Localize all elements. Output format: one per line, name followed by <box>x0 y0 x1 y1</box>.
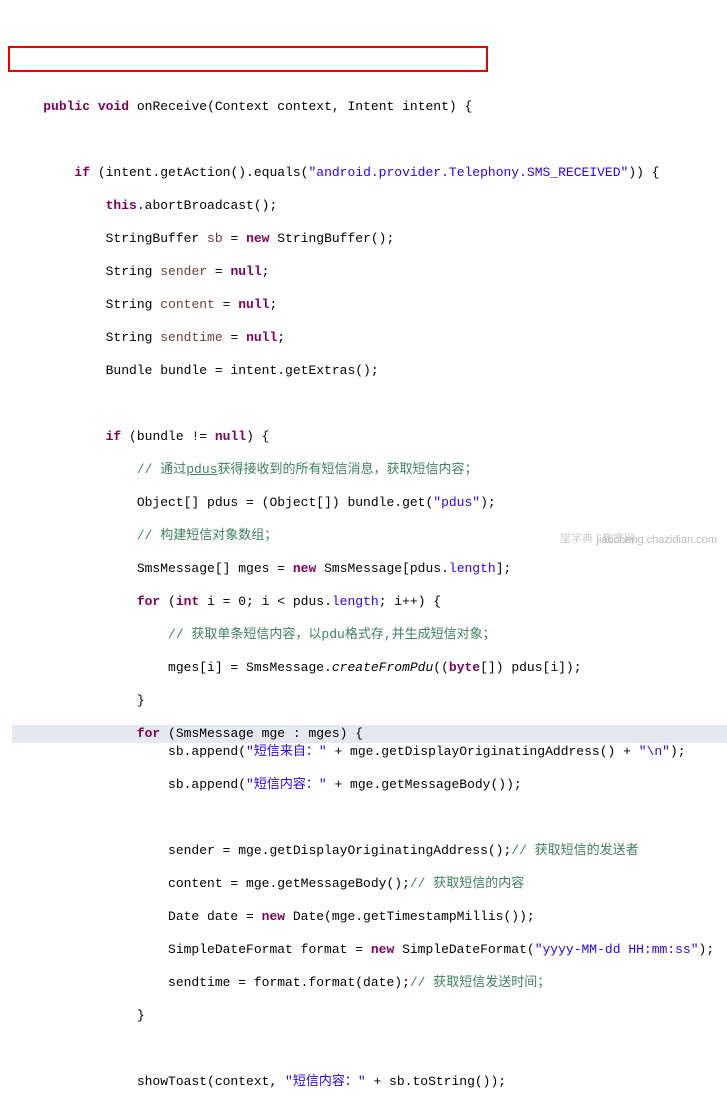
code-line: SimpleDateFormat format = new SimpleDate… <box>12 941 727 959</box>
code-line: String content = null; <box>12 296 727 314</box>
code-line <box>12 395 727 413</box>
code-line-highlighted: for (SmsMessage mge : mges) { <box>12 725 727 743</box>
highlight-box <box>8 46 488 72</box>
code-line: sender = mge.getDisplayOriginatingAddres… <box>12 842 727 860</box>
code-line: sendtime = format.format(date);// 获取短信发送… <box>12 974 727 992</box>
code-line: String sendtime = null; <box>12 329 727 347</box>
code-line: StringBuffer sb = new StringBuffer(); <box>12 230 727 248</box>
code-line: sb.append("短信来自：" + mge.getDisplayOrigin… <box>12 743 727 761</box>
code-line: Object[] pdus = (Object[]) bundle.get("p… <box>12 494 727 512</box>
code-line: } <box>12 1007 727 1025</box>
code-line: for (int i = 0; i < pdus.length; i++) { <box>12 593 727 611</box>
code-line: showToast(context, "短信内容：" + sb.toString… <box>12 1073 727 1091</box>
code-line: } <box>12 692 727 710</box>
code-line: if (intent.getAction().equals("android.p… <box>12 164 727 182</box>
code-line: this.abortBroadcast(); <box>12 197 727 215</box>
code-line <box>12 1040 727 1058</box>
watermark-url: jiaocheng.chazidian.com <box>597 534 717 546</box>
code-line: SmsMessage[] mges = new SmsMessage[pdus.… <box>12 560 727 578</box>
code-line: Date date = new Date(mge.getTimestampMil… <box>12 908 727 926</box>
code-line: content = mge.getMessageBody();// 获取短信的内… <box>12 875 727 893</box>
code-line: // 获取单条短信内容，以pdu格式存,并生成短信对象； <box>12 626 727 644</box>
code-line <box>12 131 727 149</box>
code-line: public void onReceive(Context context, I… <box>12 98 727 116</box>
code-line: Bundle bundle = intent.getExtras(); <box>12 362 727 380</box>
code-line: mges[i] = SmsMessage.createFromPdu((byte… <box>12 659 727 677</box>
code-line: // 通过pdus获得接收到的所有短信消息，获取短信内容； <box>12 461 727 479</box>
code-line: sb.append("短信内容：" + mge.getMessageBody()… <box>12 776 727 794</box>
code-line <box>12 809 727 827</box>
code-line: String sender = null; <box>12 263 727 281</box>
code-line: if (bundle != null) { <box>12 428 727 446</box>
